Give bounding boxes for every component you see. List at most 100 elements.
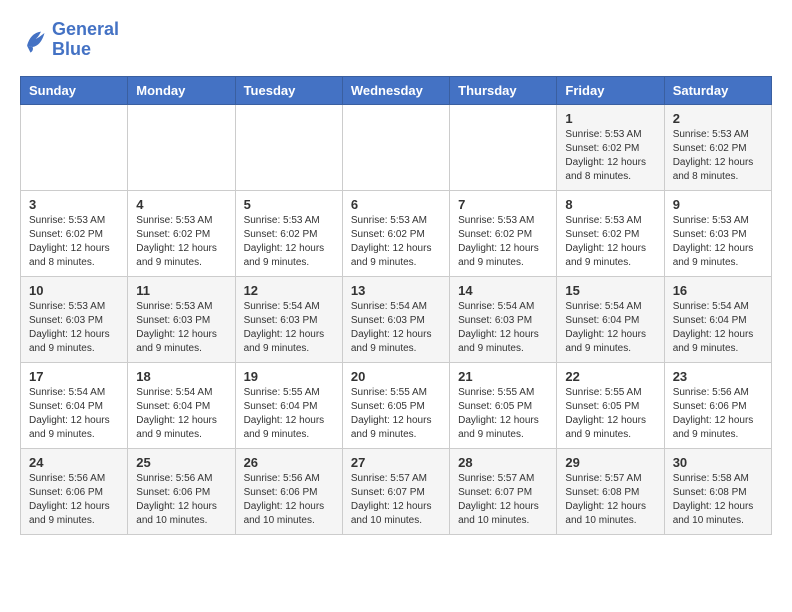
day-number: 27 (351, 455, 441, 470)
calendar-cell: 19Sunrise: 5:55 AM Sunset: 6:04 PM Dayli… (235, 362, 342, 448)
calendar-week-row: 24 Sunrise: 5:56 AM Sunset: 6:06 PM Dayli… (21, 448, 772, 534)
day-number: 12 (244, 283, 334, 298)
calendar-cell (21, 104, 128, 190)
day-info: Sunrise: 5:54 AM Sunset: 6:04 PM Dayligh… (29, 386, 119, 442)
day-info: Sunrise: 5:54 AM Sunset: 6:04 PM Dayligh… (565, 300, 655, 356)
day-number: 29 (565, 455, 655, 470)
calendar-cell: 23 Sunrise: 5:56 AM Sunset: 6:06 PM Dayli… (664, 362, 771, 448)
calendar-cell: 30 Sunrise: 5:58 AM Sunset: 6:08 PM Dayli… (664, 448, 771, 534)
calendar-cell: 9 Sunrise: 5:53 AM Sunset: 6:03 PM Daylig… (664, 190, 771, 276)
calendar-cell: 21 Sunrise: 5:55 AM Sunset: 6:05 PM Dayli… (450, 362, 557, 448)
day-number: 2 (673, 111, 763, 126)
calendar-table: SundayMondayTuesdayWednesdayThursdayFrid… (20, 76, 772, 535)
calendar-week-row: 17 Sunrise: 5:54 AM Sunset: 6:04 PM Dayli… (21, 362, 772, 448)
logo-text: GeneralBlue (52, 20, 119, 60)
calendar-week-row: 10 Sunrise: 5:53 AM Sunset: 6:03 PM Dayli… (21, 276, 772, 362)
day-number: 22 (565, 369, 655, 384)
day-number: 28 (458, 455, 548, 470)
day-info: Sunrise: 5:56 AM Sunset: 6:06 PM Dayligh… (673, 386, 763, 442)
day-info: Sunrise: 5:53 AM Sunset: 6:02 PM Dayligh… (565, 214, 655, 270)
day-info: Sunrise: 5:54 AM Sunset: 6:03 PM Dayligh… (458, 300, 548, 356)
day-number: 26 (244, 455, 334, 470)
calendar-week-row: 1 Sunrise: 5:53 AM Sunset: 6:02 PM Daylig… (21, 104, 772, 190)
day-info: Sunrise: 5:57 AM Sunset: 6:07 PM Dayligh… (458, 472, 548, 528)
day-info: Sunrise: 5:58 AM Sunset: 6:08 PM Dayligh… (673, 472, 763, 528)
day-number: 21 (458, 369, 548, 384)
day-number: 5 (244, 197, 334, 212)
day-info: Sunrise: 5:53 AM Sunset: 6:02 PM Dayligh… (673, 128, 763, 184)
day-number: 15 (565, 283, 655, 298)
weekday-header-row: SundayMondayTuesdayWednesdayThursdayFrid… (21, 76, 772, 104)
weekday-header: Tuesday (235, 76, 342, 104)
day-number: 6 (351, 197, 441, 212)
day-info: Sunrise: 5:54 AM Sunset: 6:04 PM Dayligh… (673, 300, 763, 356)
day-info: Sunrise: 5:53 AM Sunset: 6:02 PM Dayligh… (351, 214, 441, 270)
calendar-cell: 29Sunrise: 5:57 AM Sunset: 6:08 PM Dayli… (557, 448, 664, 534)
day-number: 4 (136, 197, 226, 212)
weekday-header: Wednesday (342, 76, 449, 104)
day-number: 30 (673, 455, 763, 470)
day-number: 7 (458, 197, 548, 212)
weekday-header: Friday (557, 76, 664, 104)
calendar-cell: 8 Sunrise: 5:53 AM Sunset: 6:02 PM Daylig… (557, 190, 664, 276)
day-number: 11 (136, 283, 226, 298)
calendar-cell: 7 Sunrise: 5:53 AM Sunset: 6:02 PM Daylig… (450, 190, 557, 276)
calendar-cell: 11 Sunrise: 5:53 AM Sunset: 6:03 PM Dayli… (128, 276, 235, 362)
day-number: 23 (673, 369, 763, 384)
calendar-cell: 20 Sunrise: 5:55 AM Sunset: 6:05 PM Dayli… (342, 362, 449, 448)
day-info: Sunrise: 5:53 AM Sunset: 6:02 PM Dayligh… (29, 214, 119, 270)
calendar-cell: 10Sunrise: 5:53 AM Sunset: 6:03 PM Dayli… (21, 276, 128, 362)
page-header: GeneralBlue (20, 20, 772, 60)
day-number: 14 (458, 283, 548, 298)
day-info: Sunrise: 5:56 AM Sunset: 6:06 PM Dayligh… (244, 472, 334, 528)
calendar-cell: 18 Sunrise: 5:54 AM Sunset: 6:04 PM Dayli… (128, 362, 235, 448)
calendar-cell: 15 Sunrise: 5:54 AM Sunset: 6:04 PM Dayli… (557, 276, 664, 362)
day-number: 13 (351, 283, 441, 298)
weekday-header: Saturday (664, 76, 771, 104)
calendar-cell: 14 Sunrise: 5:54 AM Sunset: 6:03 PM Dayli… (450, 276, 557, 362)
calendar-cell: 12 Sunrise: 5:54 AM Sunset: 6:03 PM Dayli… (235, 276, 342, 362)
day-number: 16 (673, 283, 763, 298)
day-number: 25 (136, 455, 226, 470)
day-info: Sunrise: 5:55 AM Sunset: 6:05 PM Dayligh… (565, 386, 655, 442)
calendar-cell (128, 104, 235, 190)
calendar-cell: 24Sunrise: 5:56 AM Sunset: 6:06 PM Dayli… (21, 448, 128, 534)
day-info: Sunrise: 5:53 AM Sunset: 6:02 PM Dayligh… (458, 214, 548, 270)
day-info: Sunrise: 5:55 AM Sunset: 6:05 PM Dayligh… (458, 386, 548, 442)
calendar-cell (235, 104, 342, 190)
day-info: Sunrise: 5:54 AM Sunset: 6:03 PM Dayligh… (244, 300, 334, 356)
calendar-cell (450, 104, 557, 190)
day-number: 9 (673, 197, 763, 212)
calendar-cell: 3 Sunrise: 5:53 AM Sunset: 6:02 PM Daylig… (21, 190, 128, 276)
calendar-cell: 4 Sunrise: 5:53 AM Sunset: 6:02 PM Daylig… (128, 190, 235, 276)
day-info: Sunrise: 5:56 AM Sunset: 6:06 PM Dayligh… (136, 472, 226, 528)
day-number: 1 (565, 111, 655, 126)
day-number: 3 (29, 197, 119, 212)
day-info: Sunrise: 5:54 AM Sunset: 6:03 PM Dayligh… (351, 300, 441, 356)
day-info: Sunrise: 5:53 AM Sunset: 6:03 PM Dayligh… (673, 214, 763, 270)
day-number: 18 (136, 369, 226, 384)
day-info: Sunrise: 5:53 AM Sunset: 6:02 PM Dayligh… (244, 214, 334, 270)
day-number: 20 (351, 369, 441, 384)
weekday-header: Thursday (450, 76, 557, 104)
calendar-cell: 6 Sunrise: 5:53 AM Sunset: 6:02 PM Daylig… (342, 190, 449, 276)
calendar-cell (342, 104, 449, 190)
day-info: Sunrise: 5:53 AM Sunset: 6:02 PM Dayligh… (136, 214, 226, 270)
logo-icon (20, 26, 48, 54)
calendar-cell: 17 Sunrise: 5:54 AM Sunset: 6:04 PM Dayli… (21, 362, 128, 448)
day-info: Sunrise: 5:55 AM Sunset: 6:04 PM Dayligh… (244, 386, 334, 442)
day-info: Sunrise: 5:57 AM Sunset: 6:07 PM Dayligh… (351, 472, 441, 528)
day-number: 17 (29, 369, 119, 384)
calendar-cell: 25 Sunrise: 5:56 AM Sunset: 6:06 PM Dayli… (128, 448, 235, 534)
calendar-cell: 28 Sunrise: 5:57 AM Sunset: 6:07 PM Dayli… (450, 448, 557, 534)
day-number: 8 (565, 197, 655, 212)
day-number: 24 (29, 455, 119, 470)
calendar-cell: 16 Sunrise: 5:54 AM Sunset: 6:04 PM Dayli… (664, 276, 771, 362)
day-info: Sunrise: 5:55 AM Sunset: 6:05 PM Dayligh… (351, 386, 441, 442)
logo: GeneralBlue (20, 20, 119, 60)
day-number: 10 (29, 283, 119, 298)
calendar-cell: 26 Sunrise: 5:56 AM Sunset: 6:06 PM Dayli… (235, 448, 342, 534)
day-info: Sunrise: 5:53 AM Sunset: 6:03 PM Dayligh… (136, 300, 226, 356)
day-info: Sunrise: 5:54 AM Sunset: 6:04 PM Dayligh… (136, 386, 226, 442)
calendar-cell: 22 Sunrise: 5:55 AM Sunset: 6:05 PM Dayli… (557, 362, 664, 448)
